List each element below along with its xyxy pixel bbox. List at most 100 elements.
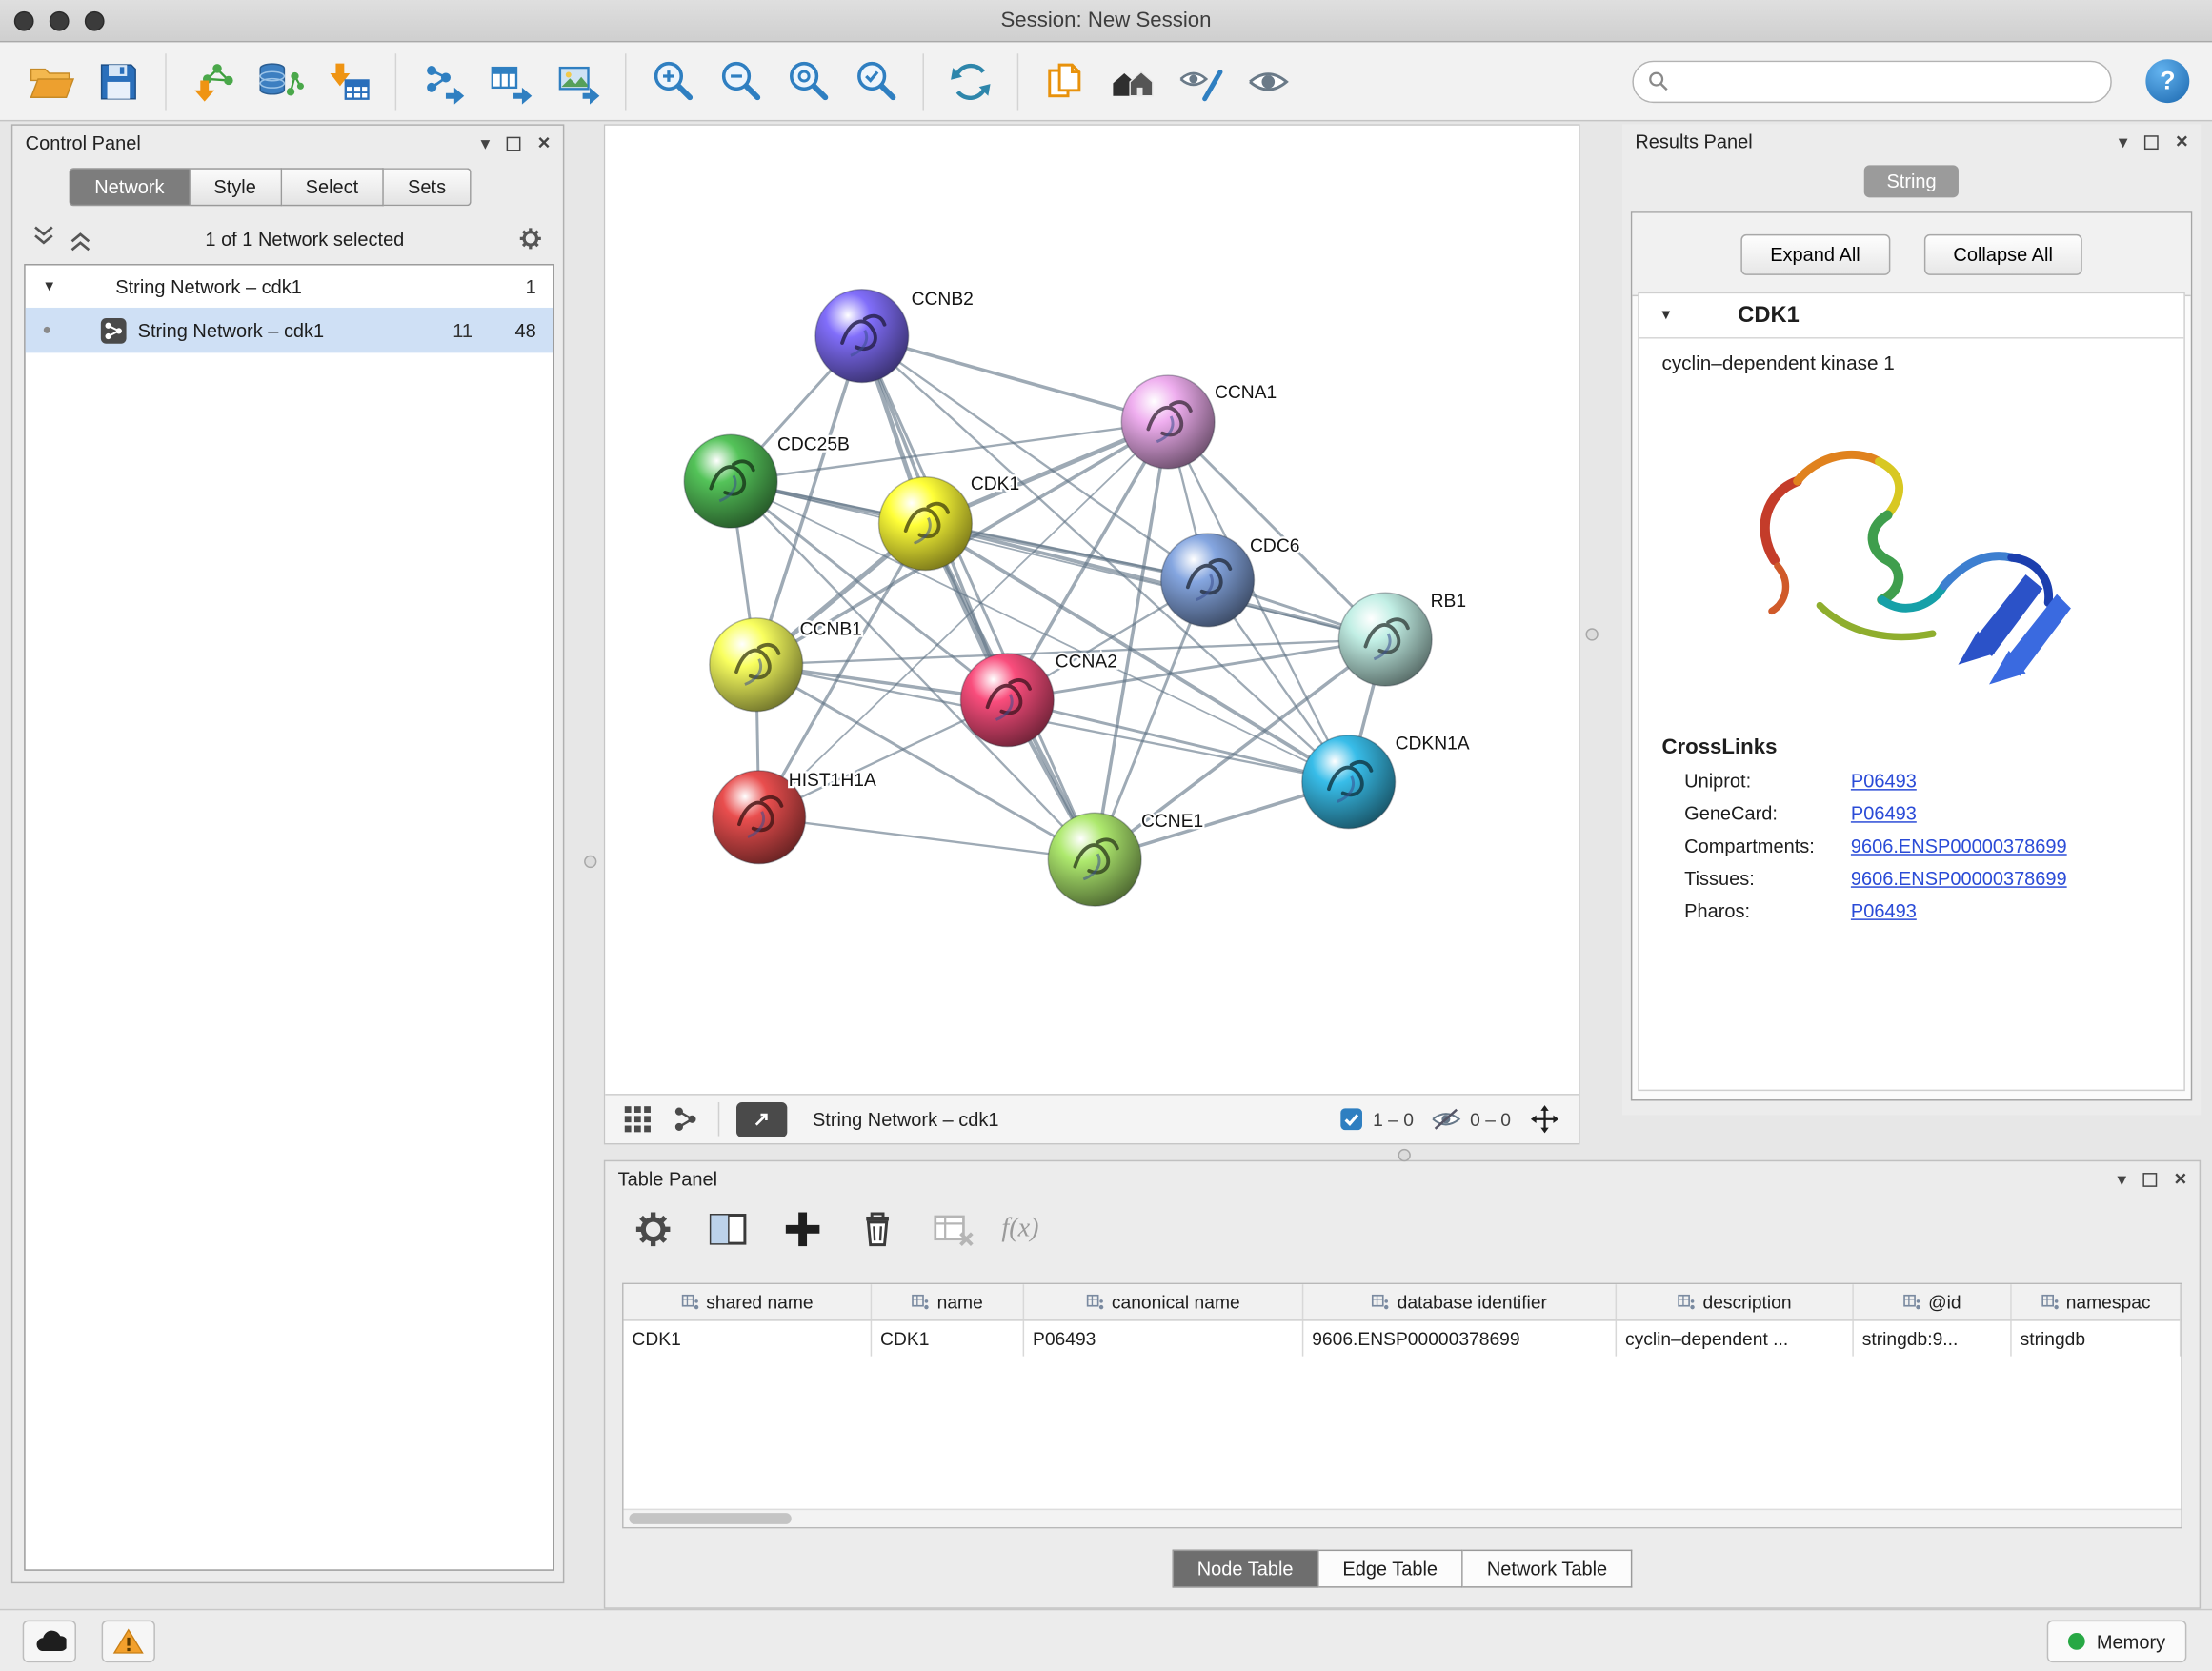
crosslink-link[interactable]: P06493	[1851, 803, 1917, 824]
table-cell[interactable]: 9606.ENSP00000378699	[1303, 1321, 1617, 1357]
tab-network[interactable]: Network	[70, 168, 191, 206]
crosslink-link[interactable]: P06493	[1851, 771, 1917, 792]
zoom-out-button[interactable]	[713, 53, 769, 110]
edge-HIST1H1A-CCNE1[interactable]	[759, 817, 1095, 859]
table-cell[interactable]: stringdb	[2012, 1321, 2182, 1357]
network-options-gear-icon[interactable]	[515, 223, 547, 254]
zoom-in-button[interactable]	[645, 53, 701, 110]
collapse-panel-icon[interactable]: ▾	[2117, 1170, 2126, 1188]
search-input[interactable]	[1679, 70, 2096, 91]
column-header--id[interactable]: @id	[1854, 1284, 2012, 1319]
memory-button[interactable]: Memory	[2047, 1621, 2186, 1662]
edge-CDK1-RB1[interactable]	[925, 524, 1385, 639]
tab-string[interactable]: String	[1864, 165, 1960, 197]
network-overview-icon[interactable]	[670, 1103, 701, 1135]
warnings-button[interactable]	[102, 1621, 155, 1662]
show-graphics-details-button[interactable]	[1240, 53, 1297, 110]
table-cell[interactable]: stringdb:9...	[1854, 1321, 2012, 1357]
float-panel-icon[interactable]	[2143, 1172, 2158, 1186]
search-box[interactable]	[1632, 60, 2111, 102]
float-panel-icon[interactable]	[2144, 134, 2159, 149]
edge-CCNB2-CCNE1[interactable]	[862, 336, 1095, 860]
column-header-canonical-name[interactable]: canonical name	[1024, 1284, 1303, 1319]
splitter-handle[interactable]	[584, 856, 596, 868]
column-header-shared-name[interactable]: shared name	[624, 1284, 873, 1319]
title-bar: Session: New Session	[0, 0, 2212, 42]
open-session-button[interactable]	[23, 53, 79, 110]
collapse-panel-icon[interactable]: ▾	[481, 134, 491, 152]
table-settings-button[interactable]	[628, 1204, 678, 1255]
apply-layout-button[interactable]	[942, 53, 998, 110]
close-panel-icon[interactable]: ×	[538, 132, 551, 153]
edge-CCNA2-CDKN1A[interactable]	[1007, 700, 1348, 782]
collapse-section-icon[interactable]: ▼	[1659, 308, 1673, 323]
fit-move-icon[interactable]	[1528, 1102, 1562, 1137]
tree-expand-icon[interactable]: ▼	[42, 279, 56, 294]
table-row[interactable]: CDK1CDK1P064939606.ENSP00000378699cyclin…	[624, 1321, 2182, 1357]
import-network-file-button[interactable]	[185, 53, 241, 110]
string-home-button[interactable]	[1105, 53, 1161, 110]
splitter-handle[interactable]	[1585, 628, 1598, 640]
help-button[interactable]: ?	[2145, 59, 2189, 103]
export-image-button[interactable]	[551, 53, 607, 110]
node-CCNA2[interactable]	[960, 654, 1054, 747]
tab-node-table[interactable]: Node Table	[1172, 1550, 1318, 1588]
collapse-panel-icon[interactable]: ▾	[2119, 132, 2128, 151]
network-collection-row[interactable]: ▼ String Network – cdk1 1	[26, 266, 553, 308]
node-CDKN1A[interactable]	[1302, 735, 1396, 829]
create-column-button[interactable]	[777, 1204, 828, 1255]
crosslink-link[interactable]: P06493	[1851, 900, 1917, 921]
node-CDK1[interactable]	[879, 477, 973, 571]
node-RB1[interactable]	[1338, 593, 1432, 686]
table-cell[interactable]: cyclin–dependent ...	[1617, 1321, 1854, 1357]
cloud-status-button[interactable]	[23, 1621, 76, 1662]
node-CCNA1[interactable]	[1121, 375, 1215, 469]
table-horizontal-scrollbar[interactable]	[624, 1509, 2182, 1527]
tab-sets[interactable]: Sets	[384, 168, 472, 206]
string-style-button[interactable]	[1173, 53, 1229, 110]
export-network-button[interactable]	[414, 53, 471, 110]
column-header-database-identifier[interactable]: database identifier	[1303, 1284, 1617, 1319]
node-CCNE1[interactable]	[1048, 813, 1141, 906]
import-table-button[interactable]	[320, 53, 376, 110]
float-panel-icon[interactable]	[507, 136, 521, 151]
tab-edge-table[interactable]: Edge Table	[1318, 1550, 1463, 1588]
tab-network-table[interactable]: Network Table	[1463, 1550, 1633, 1588]
zoom-selected-button[interactable]	[848, 53, 904, 110]
node-CCNB2[interactable]	[815, 290, 909, 383]
save-session-button[interactable]	[90, 53, 147, 110]
open-in-window-button[interactable]	[736, 1101, 787, 1137]
table-cell[interactable]: P06493	[1024, 1321, 1303, 1357]
selected-counts-text: 1 – 0	[1373, 1109, 1414, 1130]
export-table-button[interactable]	[482, 53, 538, 110]
node-CDC25B[interactable]	[684, 434, 777, 528]
show-columns-button[interactable]	[702, 1204, 753, 1255]
expand-all-networks-icon[interactable]	[67, 223, 95, 254]
close-panel-icon[interactable]: ×	[2174, 1169, 2186, 1190]
expand-all-button[interactable]: Expand All	[1740, 234, 1890, 275]
collapse-all-networks-icon[interactable]	[30, 223, 58, 254]
close-panel-icon[interactable]: ×	[2176, 131, 2188, 152]
delete-column-button[interactable]	[852, 1204, 902, 1255]
import-network-database-button[interactable]	[252, 53, 309, 110]
tab-select[interactable]: Select	[281, 168, 383, 206]
collapse-all-button[interactable]: Collapse All	[1923, 234, 2082, 275]
gene-card-header[interactable]: ▼ CDK1	[1639, 293, 2184, 338]
crosslink-link[interactable]: 9606.ENSP00000378699	[1851, 868, 2067, 889]
tab-style[interactable]: Style	[190, 168, 281, 206]
duplicate-document-button[interactable]	[1036, 53, 1093, 110]
table-cell[interactable]: CDK1	[624, 1321, 873, 1357]
zoom-fit-button[interactable]	[780, 53, 836, 110]
scrollbar-thumb[interactable]	[629, 1513, 791, 1524]
column-header-name[interactable]: name	[872, 1284, 1024, 1319]
network-row[interactable]: ● String Network – cdk1 11 48	[26, 308, 553, 352]
network-graph[interactable]: CCNB2CCNA1CDC25BCDK1CDC6RB1CCNB1CCNA2CDK…	[605, 126, 1579, 1094]
node-CCNB1[interactable]	[710, 618, 803, 712]
node-CDC6[interactable]	[1161, 534, 1255, 627]
column-header-description[interactable]: description	[1617, 1284, 1854, 1319]
column-header-namespac[interactable]: namespac	[2012, 1284, 2182, 1319]
splitter-handle[interactable]	[1398, 1149, 1411, 1161]
table-cell[interactable]: CDK1	[872, 1321, 1024, 1357]
birdseye-grid-icon[interactable]	[622, 1103, 654, 1135]
crosslink-link[interactable]: 9606.ENSP00000378699	[1851, 836, 2067, 856]
